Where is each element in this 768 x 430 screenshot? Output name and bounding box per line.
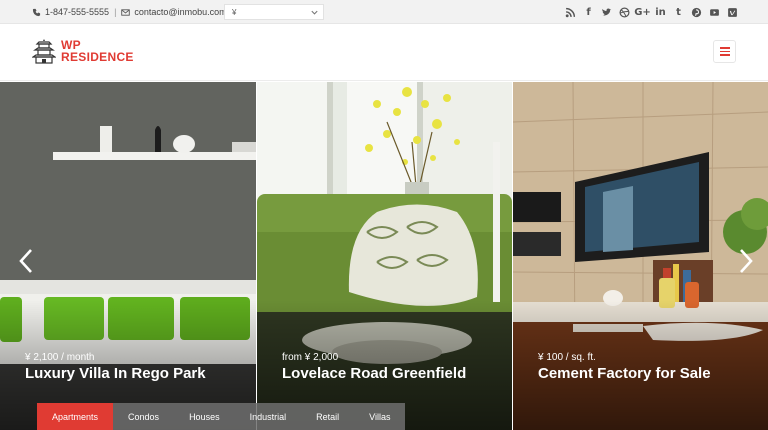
menu-icon-bar (719, 54, 730, 56)
twitter-icon[interactable] (601, 6, 612, 18)
tab-retail[interactable]: Retail (301, 403, 355, 430)
chevron-down-icon (311, 10, 318, 15)
pagoda-logo-icon (32, 39, 56, 64)
currency-value: ¥ (232, 7, 237, 17)
dribbble-icon[interactable] (619, 6, 630, 18)
tumblr-icon[interactable]: t (673, 6, 684, 18)
top-bar: 1-847-555-5555 | contacto@inmobu.com ¥ f… (0, 0, 768, 24)
site-header: WP RESIDENCE (0, 24, 768, 81)
slide-price: ¥ 100 / sq. ft. (538, 352, 596, 363)
menu-icon-bar (719, 47, 730, 49)
hamburger-menu-button[interactable] (713, 40, 736, 63)
social-links: f G+ in t (565, 0, 738, 24)
property-slide[interactable]: from ¥ 2,000 Lovelace Road Greenfield (257, 82, 512, 430)
envelope-icon (121, 8, 131, 17)
youtube-icon[interactable] (709, 6, 720, 18)
property-slide[interactable]: ¥ 100 / sq. ft. Cement Factory for Sale (513, 82, 768, 430)
email-link[interactable]: contacto@inmobu.com (134, 7, 226, 17)
chevron-left-icon[interactable] (18, 248, 34, 274)
tab-condos[interactable]: Condos (113, 403, 175, 430)
linkedin-icon[interactable]: in (655, 6, 666, 18)
tab-apartments[interactable]: Apartments (37, 403, 114, 430)
site-logo[interactable]: WP RESIDENCE (32, 38, 134, 64)
slide-title[interactable]: Lovelace Road Greenfield (282, 365, 466, 382)
slide-title[interactable]: Luxury Villa In Rego Park (25, 365, 206, 382)
tab-industrial[interactable]: Industrial (234, 403, 302, 430)
tab-villas[interactable]: Villas (354, 403, 406, 430)
contact-separator: | (114, 7, 117, 17)
vimeo-icon[interactable] (727, 6, 738, 18)
pinterest-icon[interactable] (691, 6, 702, 18)
tab-houses[interactable]: Houses (174, 403, 235, 430)
logo-text: WP RESIDENCE (61, 39, 134, 63)
chevron-right-icon[interactable] (738, 248, 754, 274)
phone-number[interactable]: 1-847-555-5555 (45, 7, 109, 17)
property-category-tabs: Apartments Condos Houses Industrial Reta… (37, 403, 406, 430)
rss-icon[interactable] (565, 6, 576, 18)
google-plus-icon[interactable]: G+ (634, 6, 651, 18)
facebook-icon[interactable]: f (583, 6, 594, 18)
menu-icon-bar (719, 50, 730, 53)
currency-select[interactable]: ¥ (224, 4, 324, 20)
logo-text-line2: RESIDENCE (61, 50, 134, 64)
slide-price: ¥ 2,100 / month (25, 352, 95, 363)
phone-icon (32, 8, 41, 17)
slide-title[interactable]: Cement Factory for Sale (538, 365, 711, 382)
contact-info: 1-847-555-5555 | contacto@inmobu.com (32, 0, 227, 24)
property-slide[interactable]: ¥ 2,100 / month Luxury Villa In Rego Par… (0, 82, 256, 430)
property-slider: ¥ 2,100 / month Luxury Villa In Rego Par… (0, 82, 768, 430)
slide-price: from ¥ 2,000 (282, 352, 339, 363)
